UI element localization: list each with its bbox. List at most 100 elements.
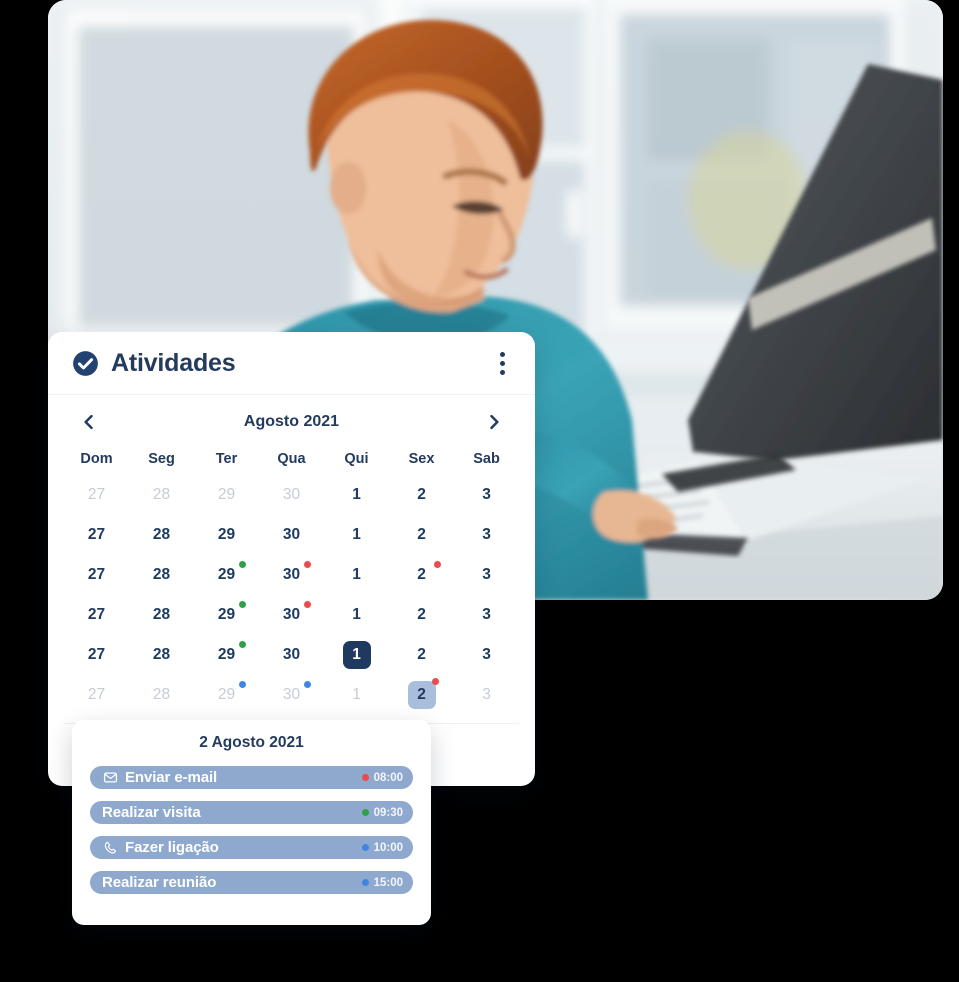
calendar-day-number[interactable]: 30 [281, 522, 303, 548]
event-dot-blue [303, 681, 311, 688]
calendar-day-cell[interactable]: 28 [129, 515, 194, 555]
calendar-day-cell[interactable]: 28 [129, 475, 194, 515]
calendar-day-cell[interactable]: 28 [129, 555, 194, 595]
calendar-day-number[interactable]: 30 [281, 681, 311, 708]
calendar-day-cell[interactable]: 30 [259, 475, 324, 515]
weekday-header-row: Dom Seg Ter Qua Qui Sex Sab [48, 451, 535, 467]
calendar-day-number[interactable]: 27 [86, 682, 108, 708]
calendar-day-number[interactable]: 3 [476, 482, 498, 508]
chevron-left-icon[interactable] [74, 407, 104, 437]
calendar-day-cell[interactable]: 27 [64, 595, 129, 635]
calendar-day-cell[interactable]: 30 [259, 515, 324, 555]
calendar-day-cell[interactable]: 1 [324, 675, 389, 715]
calendar-day-number[interactable]: 29 [216, 482, 238, 508]
calendar-day-cell[interactable]: 28 [129, 675, 194, 715]
calendar-day-number[interactable]: 28 [151, 642, 173, 668]
calendar-day-cell[interactable]: 2 [389, 595, 454, 635]
calendar-day-number[interactable]: 27 [86, 642, 108, 668]
calendar-day-cell[interactable]: 30 [259, 555, 324, 595]
calendar-day-cell[interactable]: 3 [454, 475, 519, 515]
calendar-day-number[interactable]: 27 [86, 482, 108, 508]
activity-item[interactable]: Fazer ligação 10:00 [90, 836, 413, 859]
calendar-day-cell[interactable]: 2 [389, 675, 454, 715]
calendar-day-cell[interactable]: 29 [194, 515, 259, 555]
calendar-day-cell[interactable]: 2 [389, 515, 454, 555]
activity-time: 08:00 [361, 772, 403, 784]
calendar-day-cell[interactable]: 28 [129, 595, 194, 635]
activity-item[interactable]: Enviar e-mail 08:00 [90, 766, 413, 789]
calendar-day-number[interactable]: 28 [151, 522, 173, 548]
day-detail-popup: 2 Agosto 2021 Enviar e-mail 08:00 Realizar… [72, 720, 431, 925]
calendar-day-number[interactable]: 27 [86, 522, 108, 548]
calendar-day-cell[interactable]: 30 [259, 675, 324, 715]
activity-item[interactable]: Realizar reunião 15:00 [90, 871, 413, 894]
calendar-day-cell[interactable]: 2 [389, 635, 454, 675]
calendar-day-number[interactable]: 29 [216, 681, 246, 708]
event-dot-red [433, 561, 441, 568]
calendar-day-number[interactable]: 1 [346, 602, 368, 628]
calendar-day-number[interactable]: 1 [346, 522, 368, 548]
calendar-day-cell[interactable]: 30 [259, 595, 324, 635]
calendar-day-cell[interactable]: 30 [259, 635, 324, 675]
calendar-day-cell[interactable]: 2 [389, 555, 454, 595]
calendar-day-cell[interactable]: 29 [194, 555, 259, 595]
calendar-day-cell[interactable]: 27 [64, 515, 129, 555]
calendar-day-cell[interactable]: 27 [64, 635, 129, 675]
calendar-week-row: 27 28 29 30 1 2 3 [48, 515, 535, 555]
calendar-day-number[interactable]: 30 [281, 482, 303, 508]
calendar-day-cell[interactable]: 3 [454, 635, 519, 675]
calendar-day-number[interactable]: 2 [411, 642, 433, 668]
calendar-day-number[interactable]: 30 [281, 642, 303, 668]
calendar-day-cell[interactable]: 1 [324, 635, 389, 675]
calendar-day-cell[interactable]: 27 [64, 675, 129, 715]
calendar-day-number[interactable]: 29 [216, 641, 246, 668]
calendar-day-number[interactable]: 3 [476, 522, 498, 548]
calendar-day-number[interactable]: 2 [411, 602, 433, 628]
chevron-right-icon[interactable] [479, 407, 509, 437]
calendar-day-number[interactable]: 3 [476, 642, 498, 668]
calendar-day-number[interactable]: 3 [476, 682, 498, 708]
calendar-day-number[interactable]: 28 [151, 562, 173, 588]
calendar-day-number[interactable]: 1 [346, 482, 368, 508]
calendar-day-number[interactable]: 2 [411, 522, 433, 548]
calendar-day-cell[interactable]: 1 [324, 595, 389, 635]
calendar-day-number[interactable]: 29 [216, 522, 238, 548]
calendar-day-number[interactable]: 27 [86, 562, 108, 588]
calendar-day-number[interactable]: 1 [346, 562, 368, 588]
calendar-day-cell[interactable]: 29 [194, 635, 259, 675]
calendar-day-number[interactable]: 28 [151, 602, 173, 628]
activity-status-dot [361, 809, 369, 816]
calendar-day-number[interactable]: 27 [86, 602, 108, 628]
calendar-week-row: 27 28 29 30 1 2 3 [48, 635, 535, 675]
calendar-day-cell[interactable]: 29 [194, 475, 259, 515]
calendar-day-number[interactable]: 1 [342, 641, 371, 669]
calendar-day-number[interactable]: 28 [151, 682, 173, 708]
calendar-day-number[interactable]: 2 [411, 482, 433, 508]
calendar-day-number[interactable]: 1 [346, 682, 368, 708]
calendar-day-number[interactable]: 3 [476, 562, 498, 588]
calendar-day-number[interactable]: 30 [281, 561, 311, 588]
activity-item[interactable]: Realizar visita 09:30 [90, 801, 413, 824]
calendar-day-number[interactable]: 29 [216, 601, 246, 628]
calendar-day-number[interactable]: 28 [151, 482, 173, 508]
calendar-day-cell[interactable]: 29 [194, 595, 259, 635]
calendar-day-number[interactable]: 2 [407, 678, 439, 709]
calendar-day-cell[interactable]: 3 [454, 595, 519, 635]
calendar-day-cell[interactable]: 3 [454, 555, 519, 595]
calendar-day-cell[interactable]: 27 [64, 555, 129, 595]
calendar-day-cell[interactable]: 3 [454, 515, 519, 555]
calendar-day-cell[interactable]: 28 [129, 635, 194, 675]
calendar-day-cell[interactable]: 2 [389, 475, 454, 515]
activity-time-text: 09:30 [373, 806, 403, 819]
calendar-day-number[interactable]: 2 [411, 561, 441, 588]
calendar-day-cell[interactable]: 29 [194, 675, 259, 715]
calendar-day-cell[interactable]: 1 [324, 475, 389, 515]
calendar-day-number[interactable]: 3 [476, 602, 498, 628]
calendar-day-cell[interactable]: 1 [324, 515, 389, 555]
calendar-day-number[interactable]: 30 [281, 601, 311, 628]
calendar-day-cell[interactable]: 27 [64, 475, 129, 515]
kebab-menu-icon[interactable] [491, 349, 513, 377]
calendar-day-number[interactable]: 29 [216, 561, 246, 588]
calendar-day-cell[interactable]: 1 [324, 555, 389, 595]
calendar-day-cell[interactable]: 3 [454, 675, 519, 715]
